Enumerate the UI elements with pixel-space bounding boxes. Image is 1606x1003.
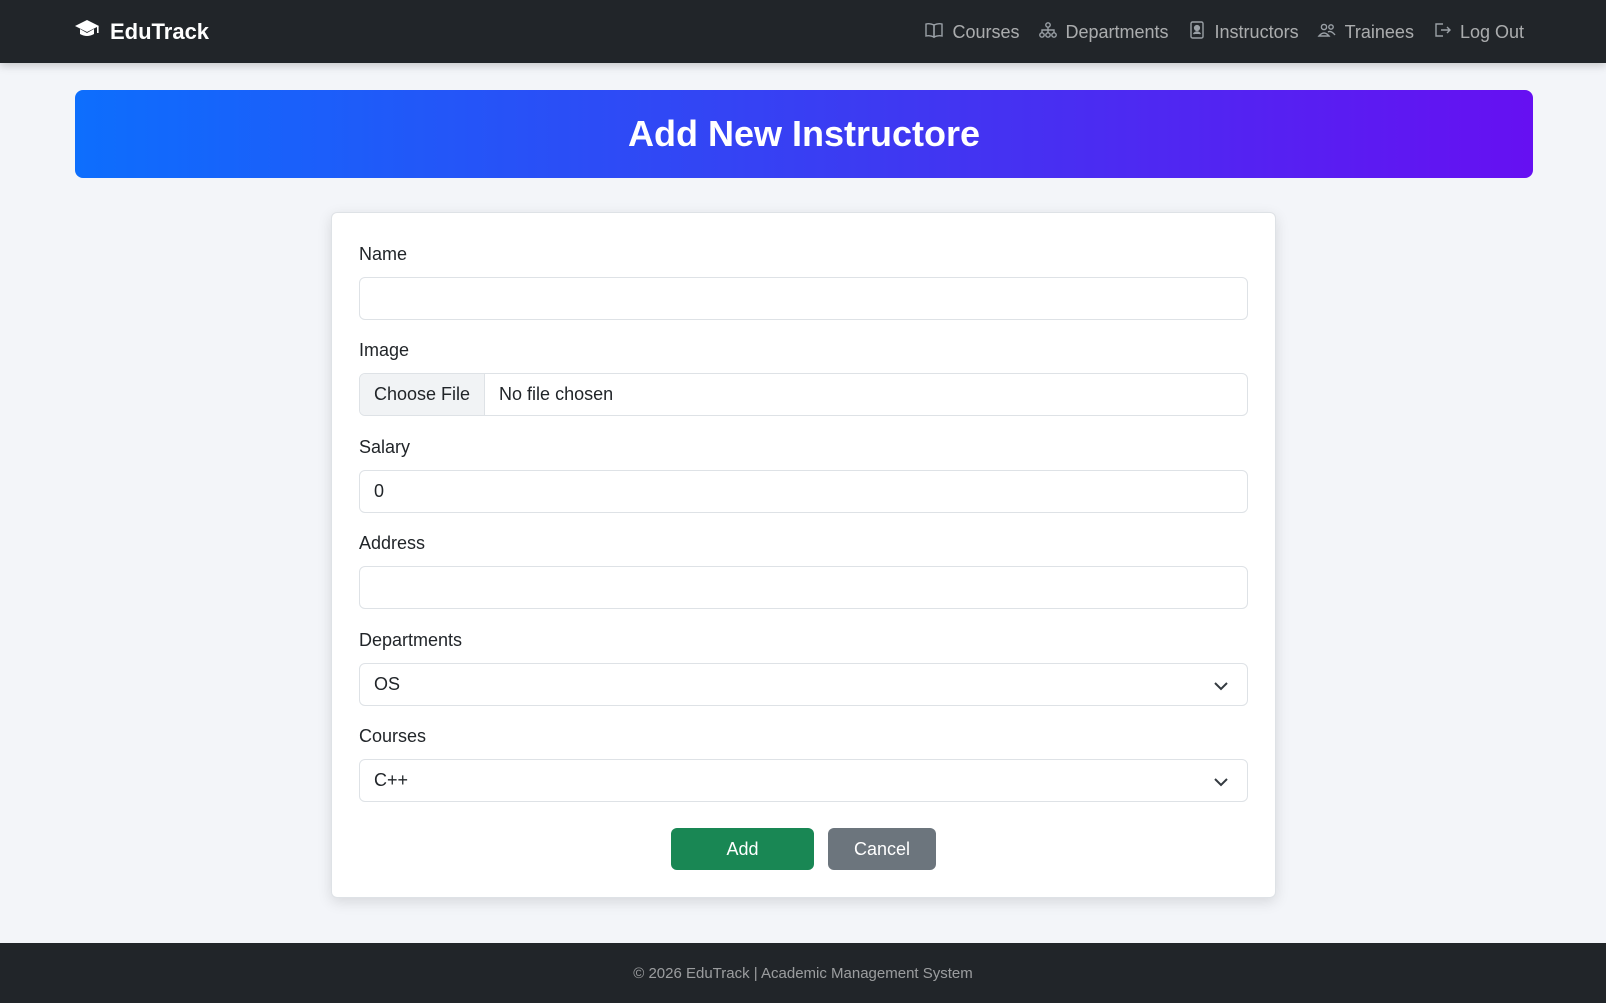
instructor-form-card: Name Image Choose File No file chosen Sa… [331,212,1276,898]
graduation-cap-icon [74,18,100,46]
brand-name: EduTrack [110,19,210,44]
logout-icon [1432,20,1452,45]
page-title: Add New Instructore [627,113,981,154]
address-input[interactable] [359,566,1248,609]
courses-selected-value: C++ [374,770,409,790]
departments-field-group: Departments OS [359,627,1248,706]
sitemap-icon [1038,20,1058,45]
salary-input[interactable]: 0 [359,470,1248,513]
book-icon [924,20,944,45]
name-label: Name [359,244,408,264]
file-status-text: No file chosen [499,384,614,404]
courses-label: Courses [359,726,427,746]
chevron-down-icon [1214,778,1228,787]
nav-instructors-label: Instructors [1214,21,1299,42]
people-icon [1317,20,1337,45]
departments-select[interactable]: OS [359,663,1248,706]
image-field-group: Image Choose File No file chosen [359,337,1248,416]
brand-link[interactable]: EduTrack [74,18,209,46]
nav-trainees[interactable]: Trainees [1317,20,1414,45]
chevron-down-icon [1214,682,1228,691]
address-label: Address [359,533,426,553]
image-label: Image [359,340,410,360]
top-navbar: EduTrack Courses Departments Instructors… [0,0,1606,63]
salary-field-group: Salary 0 [359,434,1248,513]
salary-label: Salary [359,437,411,457]
image-file-input[interactable]: Choose File No file chosen [359,373,1248,416]
nav-courses[interactable]: Courses [924,20,1020,45]
departments-selected-value: OS [374,674,401,694]
nav-links: Courses Departments Instructors Trainees… [924,18,1524,46]
nav-logout-label: Log Out [1459,21,1524,42]
page-footer: © 2026 EduTrack | Academic Management Sy… [0,943,1606,1003]
courses-select[interactable]: C++ [359,759,1248,802]
nav-courses-label: Courses [952,21,1020,42]
courses-field-group: Courses C++ [359,723,1248,802]
cancel-button[interactable]: Cancel [828,828,936,870]
departments-label: Departments [359,630,463,650]
choose-file-button[interactable]: Choose File [360,374,486,415]
nav-departments-label: Departments [1065,21,1169,42]
name-field-group: Name [359,241,1248,320]
footer-text: © 2026 EduTrack | Academic Management Sy… [633,964,973,982]
nav-departments[interactable]: Departments [1038,20,1169,45]
add-button[interactable]: Add [671,828,814,870]
address-field-group: Address [359,530,1248,609]
nav-logout[interactable]: Log Out [1432,20,1524,45]
nav-instructors[interactable]: Instructors [1187,20,1299,45]
nav-trainees-label: Trainees [1344,21,1414,42]
badge-icon [1187,20,1207,45]
name-input[interactable] [359,277,1248,320]
page-header-banner: Add New Instructore [75,90,1533,178]
